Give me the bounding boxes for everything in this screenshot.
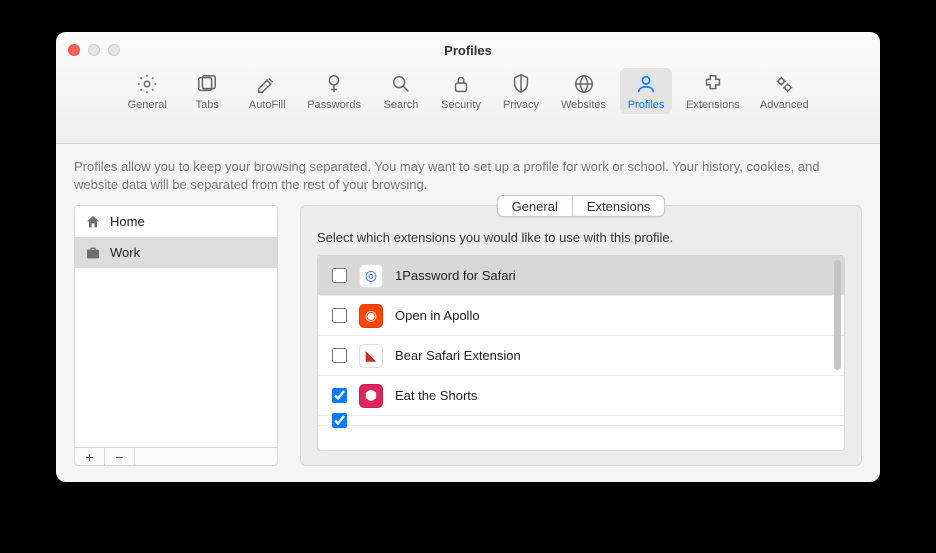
extension-checkbox[interactable] — [332, 308, 347, 323]
toolbar-item-tabs[interactable]: Tabs — [181, 68, 233, 114]
extension-app-icon: ◎ — [359, 264, 383, 288]
toolbar-item-autofill[interactable]: AutoFill — [241, 68, 293, 114]
add-profile-button[interactable]: + — [75, 448, 105, 465]
profile-name: Home — [110, 214, 145, 229]
tabs-icon — [195, 72, 219, 96]
toolbar-item-search[interactable]: Search — [375, 68, 427, 114]
profile-name: Work — [110, 245, 140, 260]
extension-row[interactable]: ◣ Bear Safari Extension — [318, 336, 844, 376]
segment-extensions[interactable]: Extensions — [572, 195, 666, 217]
remove-profile-button[interactable]: − — [105, 448, 135, 465]
preferences-toolbar: General Tabs AutoFill Passwords Search Securi… — [56, 68, 880, 114]
toolbar-label: AutoFill — [249, 99, 286, 111]
extension-name: Open in Apollo — [395, 308, 480, 323]
toolbar-item-security[interactable]: Security — [435, 68, 487, 114]
profiles-icon — [634, 72, 658, 96]
autofill-icon — [255, 72, 279, 96]
toolbar-item-passwords[interactable]: Passwords — [301, 68, 367, 114]
toolbar-item-profiles[interactable]: Profiles — [620, 68, 672, 114]
profiles-description: Profiles allow you to keep your browsing… — [74, 158, 862, 193]
toolbar-item-general[interactable]: General — [121, 68, 173, 114]
toolbar-label: Profiles — [628, 99, 665, 111]
search-icon — [389, 72, 413, 96]
security-icon — [449, 72, 473, 96]
extension-checkbox[interactable] — [332, 388, 347, 403]
briefcase-icon — [85, 245, 101, 261]
extension-app-icon: ◣ — [359, 344, 383, 368]
extension-row[interactable]: ◉ Open in Apollo — [318, 296, 844, 336]
toolbar-label: General — [128, 99, 167, 111]
titlebar: Profiles General Tabs AutoFill Passwords Sea… — [56, 32, 880, 144]
profiles-list-footer: + − — [74, 448, 278, 466]
toolbar-label: Privacy — [503, 99, 539, 111]
zoom-window-button[interactable] — [108, 44, 120, 56]
extension-name: 1Password for Safari — [395, 268, 516, 283]
toolbar-label: Passwords — [307, 99, 361, 111]
minimize-window-button[interactable] — [88, 44, 100, 56]
extensions-icon — [701, 72, 725, 96]
advanced-icon — [772, 72, 796, 96]
profile-tab-segmented: General Extensions — [497, 195, 666, 217]
extension-row[interactable]: ◎ 1Password for Safari — [318, 256, 844, 296]
window-title: Profiles — [56, 32, 880, 58]
extension-name: Bear Safari Extension — [395, 348, 521, 363]
extension-row[interactable]: ⬢ Eat the Shorts — [318, 376, 844, 416]
preferences-window: Profiles General Tabs AutoFill Passwords Sea… — [56, 32, 880, 482]
toolbar-label: Advanced — [760, 99, 809, 111]
extensions-list: ◎ 1Password for Safari ◉ Open in Apollo ◣ Bea… — [317, 255, 845, 451]
toolbar-label: Websites — [561, 99, 606, 111]
profile-row-work[interactable]: Work — [75, 237, 277, 268]
extension-app-icon: ◉ — [359, 304, 383, 328]
extensions-scrollbar[interactable] — [834, 260, 841, 446]
websites-icon — [572, 72, 596, 96]
toolbar-item-advanced[interactable]: Advanced — [754, 68, 815, 114]
toolbar-label: Tabs — [196, 99, 219, 111]
toolbar-label: Search — [384, 99, 419, 111]
extensions-instruction: Select which extensions you would like t… — [317, 230, 845, 245]
extension-checkbox[interactable] — [332, 348, 347, 363]
passwords-icon — [322, 72, 346, 96]
profiles-list: Home Work — [74, 205, 278, 448]
house-icon — [85, 214, 101, 230]
toolbar-item-extensions[interactable]: Extensions — [680, 68, 746, 114]
extension-name: Eat the Shorts — [395, 388, 477, 403]
extension-app-icon: ⬢ — [359, 384, 383, 408]
general-icon — [135, 72, 159, 96]
privacy-icon — [509, 72, 533, 96]
toolbar-label: Extensions — [686, 99, 740, 111]
extension-checkbox[interactable] — [332, 413, 347, 428]
segment-general[interactable]: General — [497, 195, 572, 217]
scrollbar-thumb[interactable] — [834, 260, 841, 370]
profile-detail-panel: General Extensions Select which extensio… — [300, 205, 862, 466]
toolbar-label: Security — [441, 99, 481, 111]
extension-checkbox[interactable] — [332, 268, 347, 283]
toolbar-item-websites[interactable]: Websites — [555, 68, 612, 114]
toolbar-item-privacy[interactable]: Privacy — [495, 68, 547, 114]
close-window-button[interactable] — [68, 44, 80, 56]
extension-row[interactable] — [318, 416, 844, 426]
window-controls — [68, 44, 120, 56]
profile-row-home[interactable]: Home — [75, 206, 277, 237]
profiles-sidebar: Home Work + − — [74, 205, 278, 466]
